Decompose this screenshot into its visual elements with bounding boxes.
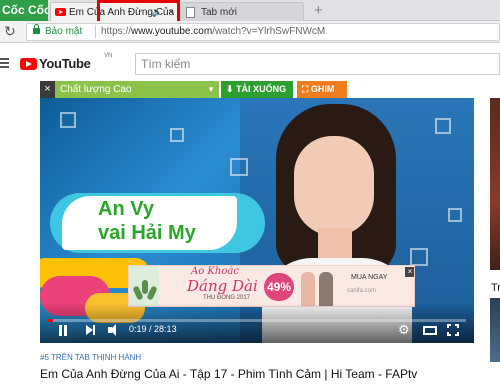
sidebar-item-title[interactable]: Tr (491, 282, 500, 294)
download-button[interactable]: ⬇ TẢI XUỐNG (221, 81, 293, 98)
progress-fill (48, 319, 53, 322)
sidebar-thumbnail[interactable] (490, 98, 500, 270)
ad-site: canifa.com (347, 288, 377, 294)
reload-icon[interactable]: ↻ (4, 23, 16, 40)
time-current: 0:19 (129, 324, 147, 334)
youtube-play-icon (20, 58, 37, 70)
youtube-logo-text: YouTube (39, 56, 91, 71)
lock-icon (33, 24, 40, 34)
secure-label[interactable]: Bảo mật (45, 24, 82, 40)
decor-square (435, 118, 451, 134)
fullscreen-icon[interactable] (447, 324, 459, 336)
ad-close-icon[interactable]: × (405, 267, 414, 277)
url-scheme: https:// (101, 26, 132, 37)
url-field[interactable]: Bảo mật https://www.youtube.com/watch?v=… (26, 23, 500, 41)
decor-square (410, 248, 428, 266)
download-icon: ⬇ (226, 84, 234, 94)
video-title: Em Của Anh Đừng Của Ai - Tập 17 - Phim T… (40, 367, 418, 381)
quality-label: Chất lượng Cao (60, 84, 132, 95)
settings-gear-icon[interactable]: ⚙ (398, 322, 410, 338)
tab-new-tab[interactable]: Tab mới (180, 2, 304, 21)
next-icon[interactable] (86, 325, 96, 335)
browser-logo[interactable]: Cốc Cốc (0, 0, 48, 21)
decor-square (170, 128, 184, 142)
ad-plant-image (129, 266, 159, 306)
decor-square (448, 208, 462, 222)
document-icon (186, 7, 195, 18)
new-tab-button[interactable]: + (314, 1, 323, 20)
quality-select[interactable]: Chất lượng Cao ▼ (55, 81, 219, 98)
ad-cta[interactable]: MUA NGAY (351, 274, 387, 281)
overlay-title-line1: An Vy (98, 198, 154, 220)
pin-button[interactable]: ⛶ GHIM (297, 81, 347, 98)
url-path: /watch?v=YlrhSwFNWcM (212, 26, 326, 37)
actress-face (294, 136, 374, 236)
time-total: 28:13 (154, 324, 177, 334)
video-player[interactable]: An Vy vai Hải My Áo Khoác Dáng Dài THU Đ… (40, 98, 474, 343)
decor-square (60, 112, 76, 128)
tab-title: Tab mới (201, 7, 238, 18)
url-text: https://www.youtube.com/watch?v=YlrhSwFN… (101, 24, 325, 40)
theater-mode-icon[interactable] (423, 326, 437, 335)
youtube-icon (55, 8, 66, 16)
url-divider (95, 25, 96, 38)
menu-icon[interactable] (0, 58, 9, 68)
download-label: TẢI XUỐNG (236, 84, 287, 94)
region-code: VN (104, 53, 113, 59)
pin-label: GHIM (310, 84, 335, 94)
ad-model-image (319, 272, 333, 306)
ad-script-line2: Dáng Dài (187, 277, 258, 295)
url-host: www.youtube.com (131, 26, 213, 37)
chevron-down-icon: ▼ (207, 85, 215, 94)
ad-script-line1: Áo Khoác (191, 266, 239, 277)
ad-banner[interactable]: Áo Khoác Dáng Dài THU ĐÔNG 2017 49% MUA … (128, 265, 415, 307)
youtube-header: YouTube VN Tìm kiếm (0, 44, 500, 82)
overlay-title-line2: vai Hải My (98, 222, 196, 244)
actress-neck (318, 228, 352, 262)
trending-tag[interactable]: #5 TRÊN TAB THỊNH HÀNH (40, 353, 141, 362)
ad-model-image (301, 272, 315, 306)
ad-season: THU ĐÔNG 2017 (203, 295, 251, 301)
volume-icon[interactable] (108, 324, 122, 336)
close-icon[interactable]: × (40, 81, 55, 98)
address-bar: ↻ Bảo mật https://www.youtube.com/watch?… (0, 21, 500, 43)
browser-tab-strip: Cốc Cốc Em Của Anh Đừng Của 🔈 × Tab mới … (0, 0, 500, 21)
sidebar-thumbnail[interactable] (490, 298, 500, 362)
time-display: 0:19 / 28:13 (129, 324, 177, 334)
pause-icon[interactable] (58, 325, 68, 336)
decor-square (230, 158, 248, 176)
search-input[interactable]: Tìm kiếm (135, 53, 500, 75)
pin-icon: ⛶ (302, 84, 309, 94)
ad-discount-badge: 49% (264, 273, 294, 301)
